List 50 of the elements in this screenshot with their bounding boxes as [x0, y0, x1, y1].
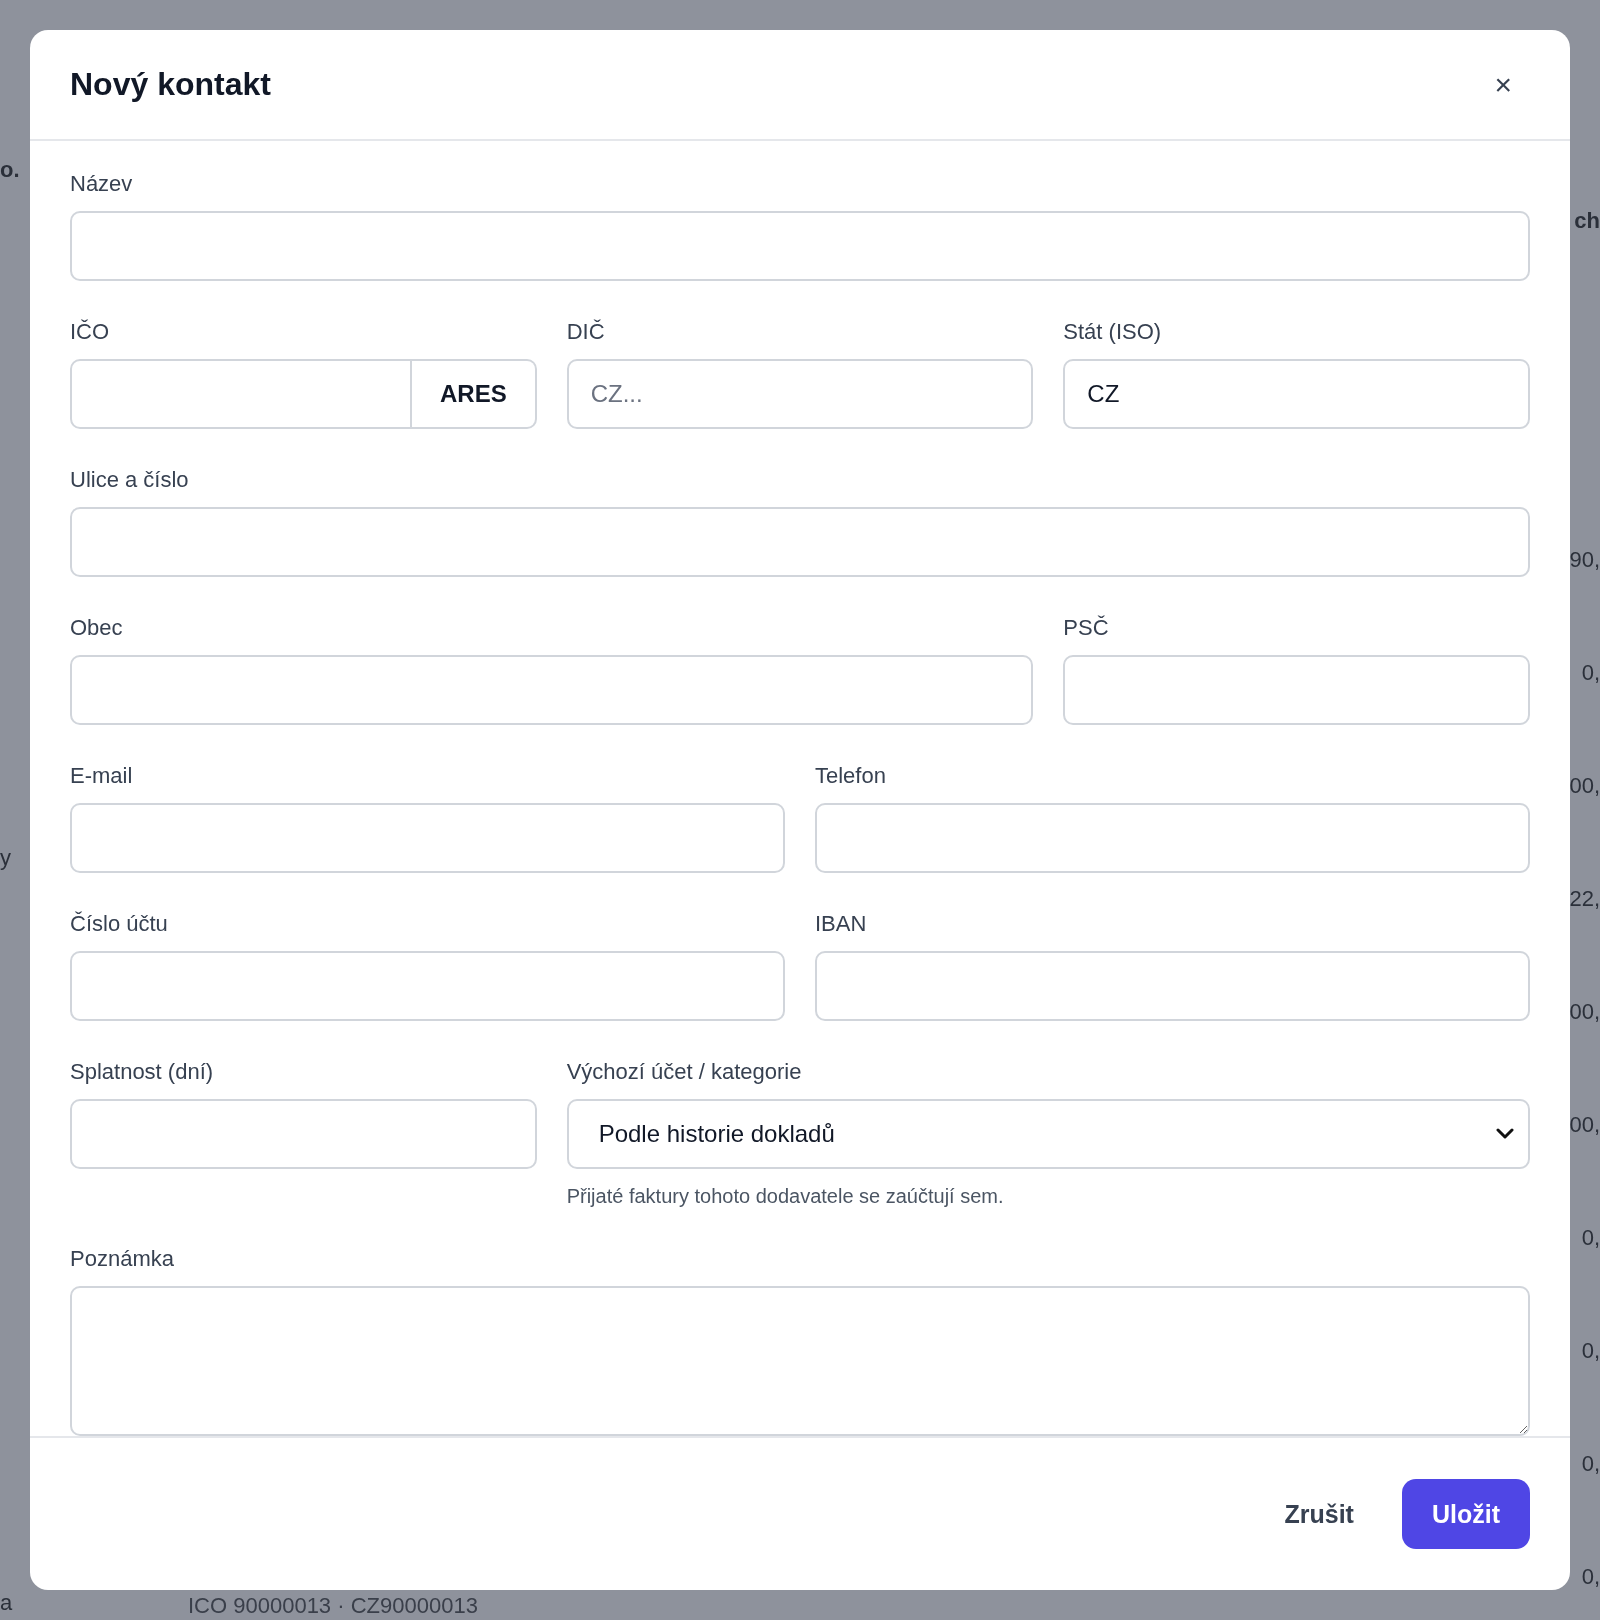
input-field[interactable]: [1063, 655, 1530, 726]
close-button[interactable]: ×: [1488, 67, 1518, 102]
background-text: 0,: [1581, 659, 1600, 687]
input-field[interactable]: [70, 1099, 537, 1170]
category-dropdown[interactable]: Podle historie dokladů: [566, 1099, 1530, 1170]
background-text: o.: [0, 157, 21, 183]
dialog-title: Nový kontakt: [70, 66, 271, 104]
background-text: y: [0, 845, 12, 871]
input-field[interactable]: [70, 507, 1530, 578]
note-field[interactable]: [70, 1286, 1530, 1437]
cancel-button[interactable]: Zrušit: [1280, 1489, 1358, 1539]
input-field[interactable]: [70, 655, 1034, 726]
field-label: Stát (ISO): [1063, 319, 1163, 346]
field-label: IČO: [70, 319, 111, 346]
field-label: IBAN: [815, 911, 868, 938]
lookup-button[interactable]: ARES: [411, 359, 537, 430]
field-label: Splatnost (dní): [70, 1059, 215, 1086]
field-label: Číslo účtu: [70, 911, 169, 938]
field-label: DIČ: [566, 319, 606, 346]
input-field[interactable]: CZ: [1063, 359, 1530, 430]
background-text: ch: [1574, 207, 1600, 235]
input-field[interactable]: [70, 803, 785, 874]
field-label: Obec: [70, 615, 124, 642]
background-text: 0,: [1581, 1563, 1600, 1591]
background-text: ICO 90000013 · CZ90000013: [188, 1593, 478, 1619]
chevron-down-icon: [1496, 1128, 1514, 1141]
background-text: 90,: [1569, 546, 1600, 574]
help-text: Přijaté faktury tohoto dodavatele se zaúčtují sem.: [566, 1185, 1005, 1209]
input-field[interactable]: [815, 803, 1530, 874]
background-text: 0,: [1581, 1450, 1600, 1478]
field-label: Výchozí účet / kategorie: [566, 1059, 803, 1086]
field-label: Telefon: [815, 763, 887, 790]
field-label: Poznámka: [70, 1246, 175, 1273]
background-text: a: [0, 1590, 14, 1616]
input-field[interactable]: [815, 951, 1530, 1022]
background-text: 00,: [1569, 998, 1600, 1026]
input-field[interactable]: CZ...: [566, 359, 1034, 430]
background-text: 22,: [1569, 885, 1600, 913]
field-label: PSČ: [1063, 615, 1110, 642]
background-text: 00,: [1569, 772, 1600, 800]
field-label: Název: [70, 171, 134, 198]
save-button[interactable]: Uložit: [1401, 1479, 1530, 1550]
input-field[interactable]: [70, 951, 785, 1022]
field-label: E-mail: [70, 763, 134, 790]
background-text: 0,: [1581, 1224, 1600, 1252]
background-text: 0,: [1581, 1337, 1600, 1365]
background-text: 00,: [1569, 1111, 1600, 1139]
input-field[interactable]: [70, 359, 412, 430]
field-label: Ulice a číslo: [70, 467, 190, 494]
input-field[interactable]: [70, 211, 1530, 282]
